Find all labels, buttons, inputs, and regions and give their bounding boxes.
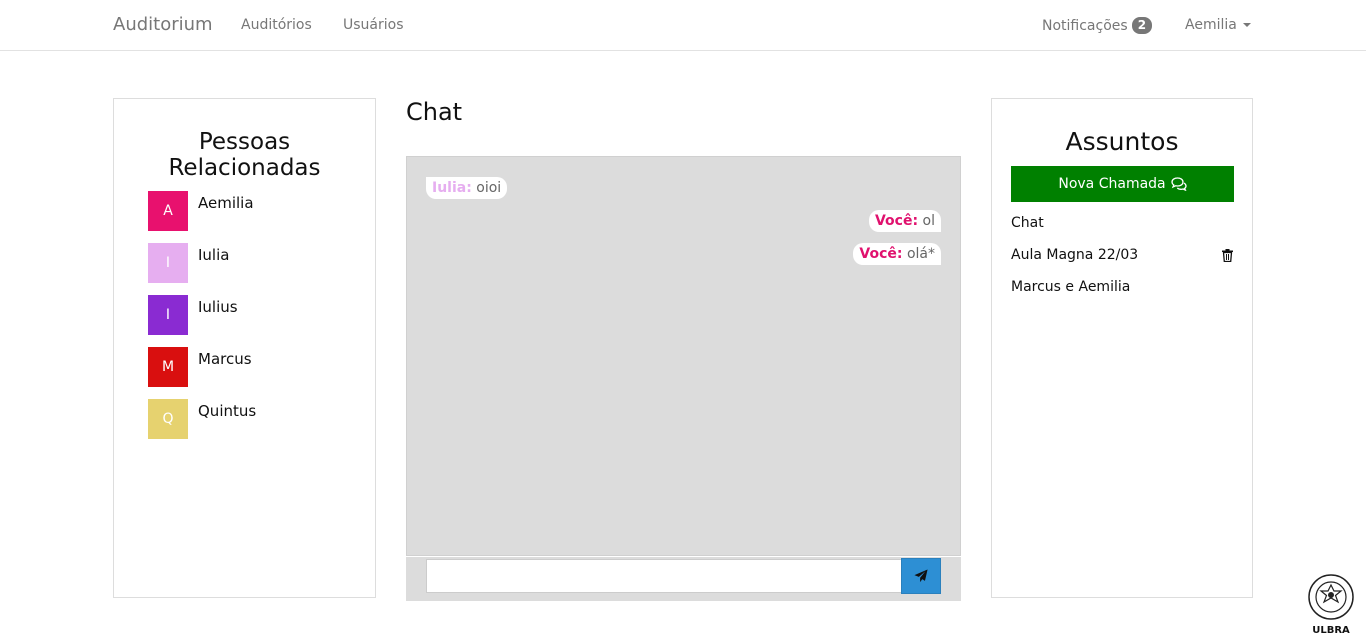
- new-call-label: Nova Chamada: [1058, 176, 1166, 192]
- related-people-panel: Pessoas Relacionadas A Aemilia I Iulia I…: [113, 98, 376, 598]
- notifications-link[interactable]: Notificações 2: [1042, 17, 1153, 34]
- person-item[interactable]: I Iulius: [148, 295, 238, 335]
- avatar: I: [148, 295, 188, 335]
- topics-panel: Assuntos Nova Chamada Chat Aula Magna 22…: [991, 98, 1253, 598]
- user-name: Aemilia: [1185, 17, 1237, 33]
- notifications-badge: 2: [1131, 17, 1153, 34]
- person-name: Aemilia: [198, 194, 254, 212]
- chat-messages-area[interactable]: Iulia: oioi Você: ol Você: olá*: [406, 156, 961, 556]
- chat-message: Você: olá*: [853, 243, 941, 265]
- chat-message: Você: ol: [868, 210, 941, 232]
- related-people-title-line2: Relacionadas: [168, 155, 321, 181]
- person-item[interactable]: I Iulia: [148, 243, 229, 283]
- related-people-title: Pessoas Relacionadas: [114, 129, 375, 181]
- top-navbar: Auditorium Auditórios Usuários Notificaç…: [0, 0, 1366, 51]
- brand-link[interactable]: Auditorium: [113, 14, 213, 35]
- message-sender: Você:: [859, 246, 903, 262]
- message-input[interactable]: [426, 559, 902, 593]
- new-call-button[interactable]: Nova Chamada: [1011, 166, 1234, 202]
- topics-title: Assuntos: [1065, 127, 1179, 156]
- notifications-label: Notificações: [1042, 17, 1128, 34]
- message-text: oioi: [476, 180, 502, 196]
- paper-plane-icon: [914, 569, 928, 583]
- person-name: Quintus: [198, 402, 257, 420]
- person-name: Iulius: [198, 298, 238, 316]
- topic-item[interactable]: Chat: [1011, 215, 1044, 231]
- person-item[interactable]: M Marcus: [148, 347, 252, 387]
- message-text: olá*: [906, 246, 935, 262]
- message-sender: Você:: [874, 213, 919, 229]
- avatar: Q: [148, 399, 188, 439]
- comments-icon: [1170, 177, 1187, 191]
- message-text: ol: [922, 213, 935, 229]
- avatar: M: [148, 347, 188, 387]
- nav-usuarios[interactable]: Usuários: [343, 17, 404, 33]
- chat-title: Chat: [406, 98, 463, 126]
- avatar: A: [148, 191, 188, 231]
- topic-item[interactable]: Marcus e Aemilia: [1011, 279, 1130, 295]
- nav-auditorios[interactable]: Auditórios: [241, 17, 312, 33]
- related-people-title-line1: Pessoas: [198, 129, 291, 155]
- person-item[interactable]: A Aemilia: [148, 191, 254, 231]
- person-name: Iulia: [198, 246, 230, 264]
- send-button[interactable]: [901, 558, 941, 594]
- person-name: Marcus: [198, 350, 252, 368]
- avatar: I: [148, 243, 188, 283]
- topic-item[interactable]: Aula Magna 22/03: [1011, 247, 1138, 263]
- caret-down-icon: [1242, 23, 1251, 27]
- user-menu-dropdown[interactable]: Aemilia: [1185, 17, 1251, 33]
- chat-message: Iulia: oioi: [426, 177, 508, 199]
- ulbra-logo: ULBRA: [1305, 573, 1357, 636]
- svg-text:ULBRA: ULBRA: [1312, 625, 1350, 635]
- person-item[interactable]: Q Quintus: [148, 399, 256, 439]
- trash-icon[interactable]: [1222, 247, 1233, 266]
- message-sender: Iulia:: [432, 180, 472, 196]
- message-composer: [406, 557, 961, 601]
